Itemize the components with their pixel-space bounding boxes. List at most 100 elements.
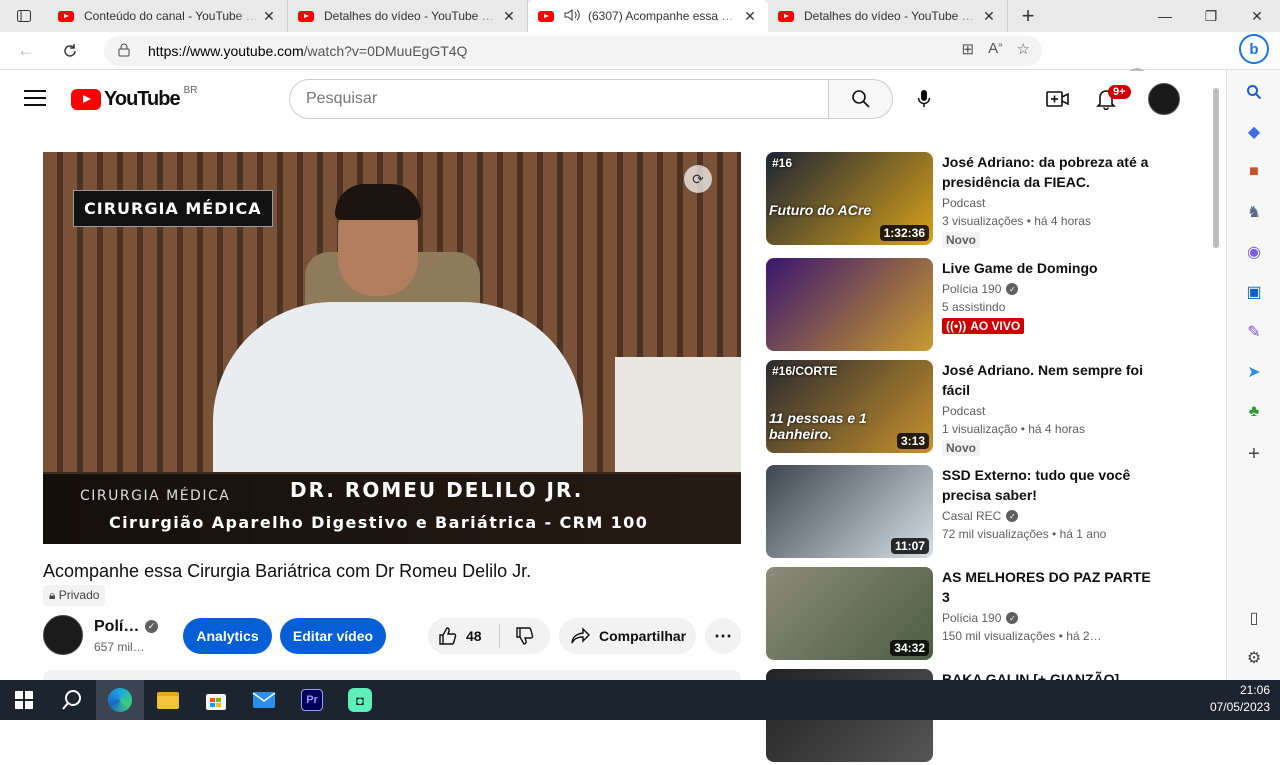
video-frame-object bbox=[615, 357, 741, 477]
minimize-icon[interactable]: — bbox=[1142, 0, 1188, 32]
channel-avatar[interactable] bbox=[43, 615, 83, 655]
thumbnail-caption: Futuro do ACre bbox=[769, 202, 872, 218]
recommendation-title[interactable]: SSD Externo: tudo que você precisa saber… bbox=[942, 465, 1156, 505]
recommendation-card[interactable]: 11:07 SSD Externo: tudo que você precisa … bbox=[766, 465, 1206, 561]
designer-icon[interactable]: ✎ bbox=[1244, 322, 1264, 342]
recommendation-thumbnail[interactable]: #16 Futuro do ACre 1:32:36 bbox=[766, 152, 933, 245]
tab-title: Detalhes do vídeo - YouTube Studio bbox=[804, 9, 981, 23]
tools-briefcase-icon[interactable]: ■ bbox=[1244, 162, 1264, 182]
browser-tab-bar: Conteúdo do canal - YouTube Studio ✕ Det… bbox=[0, 0, 1280, 32]
recommendation-title[interactable]: José Adriano: da pobreza até a presidênc… bbox=[942, 152, 1156, 192]
add-sidebar-app-icon[interactable]: + bbox=[1244, 443, 1264, 465]
voice-search-mic-icon[interactable] bbox=[904, 79, 944, 119]
recommendation-channel[interactable]: Podcast bbox=[942, 196, 985, 210]
windows-start-icon[interactable] bbox=[0, 680, 48, 720]
hide-sidebar-icon[interactable]: ▯ bbox=[1244, 608, 1264, 628]
close-window-icon[interactable]: ✕ bbox=[1234, 0, 1280, 32]
recommendation-title[interactable]: José Adriano. Nem sempre foi fácil bbox=[942, 360, 1156, 400]
app-available-icon[interactable]: ⊞ bbox=[962, 40, 975, 58]
youtube-favicon-icon bbox=[778, 10, 794, 22]
recommendation-channel-row: Casal REC ✓ bbox=[942, 509, 1156, 523]
browser-tab-4[interactable]: Detalhes do vídeo - YouTube Studio ✕ bbox=[768, 0, 1008, 32]
scrollbar-thumb[interactable] bbox=[1213, 88, 1219, 248]
file-explorer-icon[interactable] bbox=[144, 680, 192, 720]
video-duration: 1:32:36 bbox=[879, 225, 929, 241]
recommendation-info: SSD Externo: tudo que você precisa saber… bbox=[942, 465, 1156, 541]
recommendation-thumbnail[interactable]: 34:32 bbox=[766, 567, 933, 660]
tab-close-icon[interactable]: ✕ bbox=[742, 8, 758, 25]
recommendation-title[interactable]: AS MELHORES DO PAZ PARTE 3 bbox=[942, 567, 1156, 607]
edge-browser-icon[interactable] bbox=[96, 680, 144, 720]
recommendation-card[interactable]: 34:32 AS MELHORES DO PAZ PARTE 3 Polícia 1… bbox=[766, 567, 1206, 663]
recommendation-thumbnail[interactable]: #16/CORTE 11 pessoas e 1 banheiro. 3:13 bbox=[766, 360, 933, 453]
recommendation-card[interactable]: #16 Futuro do ACre 1:32:36 José Adriano: da… bbox=[766, 152, 1206, 248]
analytics-button[interactable]: Analytics bbox=[183, 618, 272, 654]
browser-tab-3-active[interactable]: (6307) Acompanhe essa Cirurgia Bariátric… bbox=[528, 0, 768, 32]
recommendation-title[interactable]: Live Game de Domingo bbox=[942, 258, 1156, 278]
browser-tab-1[interactable]: Conteúdo do canal - YouTube Studio ✕ bbox=[48, 0, 288, 32]
back-arrow-icon[interactable]: ← bbox=[8, 35, 44, 67]
address-bar[interactable]: https://www.youtube.com/watch?v=0DMuuEgG… bbox=[104, 36, 1042, 66]
page-scrollbar[interactable] bbox=[1212, 88, 1220, 680]
taskbar-search-icon[interactable] bbox=[48, 680, 96, 720]
premiere-pro-icon[interactable]: Pr bbox=[288, 680, 336, 720]
sidebar-settings-gear-icon[interactable]: ⚙ bbox=[1244, 648, 1264, 668]
video-player[interactable]: CIRURGIA MÉDICA CIRURGIA MÉDICA DR. ROME… bbox=[43, 152, 741, 544]
youtube-favicon-icon bbox=[538, 10, 554, 22]
youtube-logo[interactable]: YouTube BR bbox=[71, 85, 197, 111]
recommendation-channel[interactable]: Podcast bbox=[942, 404, 985, 418]
tab-actions-icon[interactable] bbox=[0, 0, 48, 32]
recommendation-card[interactable]: Live Game de Domingo Polícia 190 ✓ 5 assist… bbox=[766, 258, 1206, 354]
bing-copilot-icon[interactable]: b bbox=[1239, 34, 1269, 64]
drop-send-icon[interactable]: ➤ bbox=[1244, 362, 1264, 382]
recommendation-meta: 72 mil visualizações • há 1 ano bbox=[942, 527, 1107, 541]
microsoft365-icon[interactable]: ◉ bbox=[1244, 242, 1264, 262]
system-clock[interactable]: 21:06 07/05/2023 bbox=[1210, 682, 1270, 716]
search-button[interactable] bbox=[829, 79, 893, 119]
microsoft-store-icon[interactable] bbox=[192, 680, 240, 720]
like-button[interactable]: 48 bbox=[428, 624, 500, 648]
games-chess-icon[interactable]: ♞ bbox=[1244, 202, 1264, 222]
recommendation-channel[interactable]: Casal REC bbox=[942, 509, 1001, 523]
privacy-label: Privado bbox=[58, 588, 100, 602]
recommendation-thumbnail[interactable]: 11:07 bbox=[766, 465, 933, 558]
chat-app-icon[interactable]: ◘ bbox=[336, 680, 384, 720]
shopping-tag-icon[interactable]: ◆ bbox=[1244, 122, 1264, 142]
recommendation-info: José Adriano: da pobreza até a presidênc… bbox=[942, 152, 1156, 249]
maximize-icon[interactable]: ❐ bbox=[1188, 0, 1234, 32]
privacy-badge: 🔒︎ Privado bbox=[43, 585, 106, 606]
description-box[interactable] bbox=[43, 670, 741, 680]
tab-close-icon[interactable]: ✕ bbox=[501, 8, 517, 25]
edit-video-button[interactable]: Editar vídeo bbox=[280, 618, 386, 654]
browser-tab-2[interactable]: Detalhes do vídeo - YouTube Studio ✕ bbox=[288, 0, 528, 32]
account-avatar[interactable] bbox=[1148, 83, 1180, 115]
live-badge: ((•)) AO VIVO bbox=[942, 318, 1025, 334]
more-actions-icon[interactable]: ⋯ bbox=[705, 618, 741, 654]
add-favorite-icon[interactable]: ☆ bbox=[1017, 40, 1030, 58]
lock-icon[interactable] bbox=[118, 43, 144, 60]
tab-close-icon[interactable]: ✕ bbox=[261, 8, 277, 25]
outlook-icon[interactable]: ▣ bbox=[1244, 282, 1264, 302]
new-tab-button[interactable]: + bbox=[1008, 0, 1048, 32]
search-input[interactable]: Pesquisar bbox=[289, 79, 829, 119]
recommendation-info: AS MELHORES DO PAZ PARTE 3 Polícia 190 ✓ 15… bbox=[942, 567, 1156, 643]
tree-icon[interactable]: ♣ bbox=[1244, 402, 1264, 422]
dislike-button[interactable] bbox=[500, 626, 550, 646]
create-video-icon[interactable] bbox=[1044, 85, 1072, 113]
recommendation-meta: 3 visualizações • há 4 horas bbox=[942, 214, 1091, 228]
mail-icon[interactable] bbox=[240, 680, 288, 720]
channel-name[interactable]: Polí… bbox=[94, 618, 139, 636]
share-button[interactable]: Compartilhar bbox=[559, 618, 696, 654]
recommendation-thumbnail[interactable] bbox=[766, 258, 933, 351]
tab-close-icon[interactable]: ✕ bbox=[981, 8, 997, 25]
menu-hamburger-icon[interactable] bbox=[24, 90, 46, 108]
reload-icon[interactable] bbox=[52, 35, 88, 67]
url-text: https://www.youtube.com/watch?v=0DMuuEgG… bbox=[148, 43, 467, 59]
recommendation-channel[interactable]: Polícia 190 bbox=[942, 282, 1001, 296]
read-aloud-icon[interactable]: A» bbox=[988, 40, 1002, 58]
search-icon[interactable] bbox=[1244, 82, 1264, 102]
player-channel-watermark-icon[interactable]: ⟳ bbox=[684, 165, 712, 193]
recommendation-channel[interactable]: Polícia 190 bbox=[942, 611, 1001, 625]
recommendation-card[interactable]: #16/CORTE 11 pessoas e 1 banheiro. 3:13 Jos… bbox=[766, 360, 1206, 456]
speaker-icon[interactable] bbox=[564, 8, 580, 25]
